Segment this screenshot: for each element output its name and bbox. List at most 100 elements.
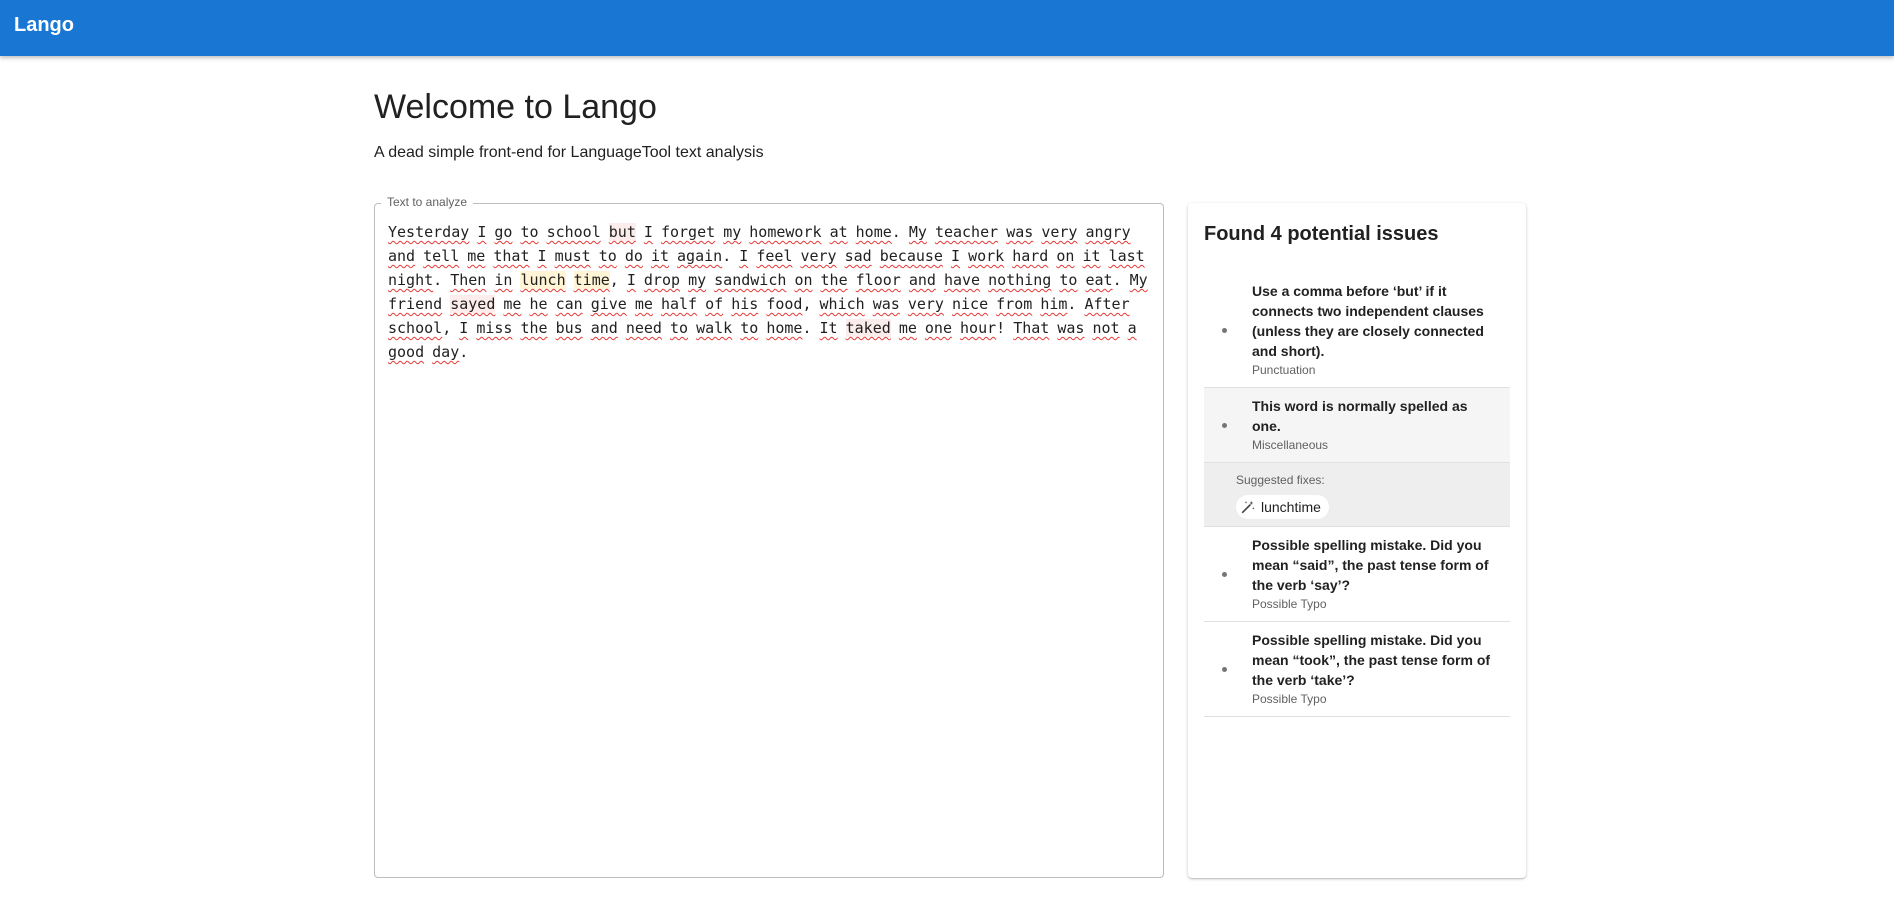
issue-message: Possible spelling mistake. Did you mean … (1252, 632, 1491, 688)
editor-word: which (819, 295, 865, 313)
editor-word: I (643, 223, 653, 241)
editor-word: his (731, 295, 759, 313)
editor-word: to (520, 223, 539, 241)
editor-word: floor (855, 271, 901, 289)
editor-word: half (660, 295, 698, 313)
editor-word: sandwich (714, 271, 787, 289)
issue-category: Miscellaneous (1252, 438, 1329, 452)
editor-word: work (968, 247, 1005, 265)
editor-word: I (626, 271, 636, 289)
page-subtitle: A dead simple front-end for LanguageTool… (374, 144, 764, 161)
editor-word: have (943, 271, 981, 289)
bullet-icon (1222, 572, 1227, 577)
issues-panel: Found 4 potential issues Use a comma bef… (1188, 203, 1526, 878)
issue-message: Use a comma before ‘but’ if it connects … (1252, 283, 1484, 359)
editor-word: on (1056, 247, 1075, 265)
editor-word: me (898, 319, 917, 337)
text-editor[interactable]: Text to analyze Yesterday I go to school… (374, 195, 1164, 878)
editor-word: night (388, 271, 434, 289)
editor-word: that (493, 247, 530, 265)
editor-word: I (477, 223, 487, 241)
editor-label: Text to analyze (381, 195, 474, 209)
editor-word: forget (660, 223, 716, 241)
editor-word: school (388, 319, 443, 337)
editor-word: one (924, 319, 952, 337)
app-title[interactable]: Lango (14, 14, 74, 37)
editor-word: feel (756, 247, 793, 265)
editor-word: to (670, 319, 689, 337)
editor-word: bus (555, 319, 583, 337)
editor-word: at (829, 223, 848, 241)
flagged-word: sayed (450, 295, 496, 313)
editor-word: on (794, 271, 813, 289)
editor-word: I (739, 247, 749, 265)
editor-word: must (554, 247, 591, 265)
editor-word: again (677, 247, 723, 265)
editor-word: was (1057, 319, 1085, 337)
bullet-icon (1222, 667, 1227, 672)
editor-word: me (503, 295, 522, 313)
editor-word: the (520, 319, 548, 337)
issue-category: Punctuation (1252, 363, 1316, 377)
editor-word: go (494, 223, 513, 241)
fix-chip-label: lunchtime (1261, 499, 1321, 515)
issue-item[interactable]: Possible spelling mistake. Did you mean … (1204, 527, 1510, 622)
suggested-fixes-label: Suggested fixes: (1236, 473, 1325, 487)
editor-word: home (855, 223, 892, 241)
editor-word: to (598, 247, 617, 265)
issue-item[interactable]: This word is normally spelled as one. Mis… (1204, 388, 1510, 463)
issues-title: Found 4 potential issues (1204, 223, 1439, 245)
editor-word: teacher (934, 223, 999, 241)
editor-word: was (1006, 223, 1034, 241)
editor-word: school (546, 223, 601, 241)
editor-word: It (819, 319, 838, 337)
issue-category: Possible Typo (1252, 692, 1327, 706)
suggested-fixes: Suggested fixes: lunchtime (1204, 463, 1510, 527)
editor-word: it (650, 247, 669, 265)
issue-item[interactable]: Use a comma before ‘but’ if it connects … (1204, 273, 1510, 388)
issue-item[interactable]: Possible spelling mistake. Did you mean … (1204, 622, 1510, 717)
issue-message: This word is normally spelled as one. (1252, 398, 1468, 434)
editor-word: My (1129, 271, 1148, 289)
editor-word: very (1041, 223, 1078, 241)
editor-word: My (908, 223, 927, 241)
editor-word: and (590, 319, 618, 337)
issue-category: Possible Typo (1252, 597, 1327, 611)
editor-word: of (705, 295, 724, 313)
editor-word: my (688, 271, 707, 289)
editor-word: and (908, 271, 936, 289)
editor-word: from (996, 295, 1033, 313)
editor-word: very (800, 247, 837, 265)
editor-word: the (820, 271, 848, 289)
app-bar: Lango (0, 0, 1894, 56)
issue-message: Possible spelling mistake. Did you mean … (1252, 537, 1489, 593)
editor-word: sad (844, 247, 872, 265)
issue-list: Use a comma before ‘but’ if it connects … (1204, 273, 1510, 717)
editor-word: I (537, 247, 547, 265)
editor-word: to (1059, 271, 1078, 289)
editor-word: day (432, 343, 460, 361)
editor-word: do (624, 247, 643, 265)
editor-word: homework (749, 223, 822, 241)
bullet-icon (1222, 328, 1227, 333)
editor-word: he (529, 295, 548, 313)
editor-word: not (1092, 319, 1120, 337)
fix-chip[interactable]: lunchtime (1236, 495, 1329, 519)
editor-word: angry (1085, 223, 1131, 241)
editor-word: eat (1085, 271, 1113, 289)
editor-word: hard (1012, 247, 1049, 265)
editor-word: That (1013, 319, 1050, 337)
editor-text[interactable]: Yesterday I go to school but I forget my… (388, 220, 1158, 364)
editor-word: was (872, 295, 900, 313)
magic-wand-icon (1241, 501, 1255, 514)
editor-word: it (1082, 247, 1101, 265)
editor-word: drop (643, 271, 681, 289)
editor-word: my (723, 223, 742, 241)
editor-word: give (590, 295, 627, 313)
editor-word: nice (952, 295, 989, 313)
editor-word: miss (476, 319, 513, 337)
editor-word: me (634, 295, 653, 313)
page-title: Welcome to Lango (374, 88, 657, 126)
flagged-word: taked (845, 319, 891, 337)
editor-word: nothing (988, 271, 1052, 289)
